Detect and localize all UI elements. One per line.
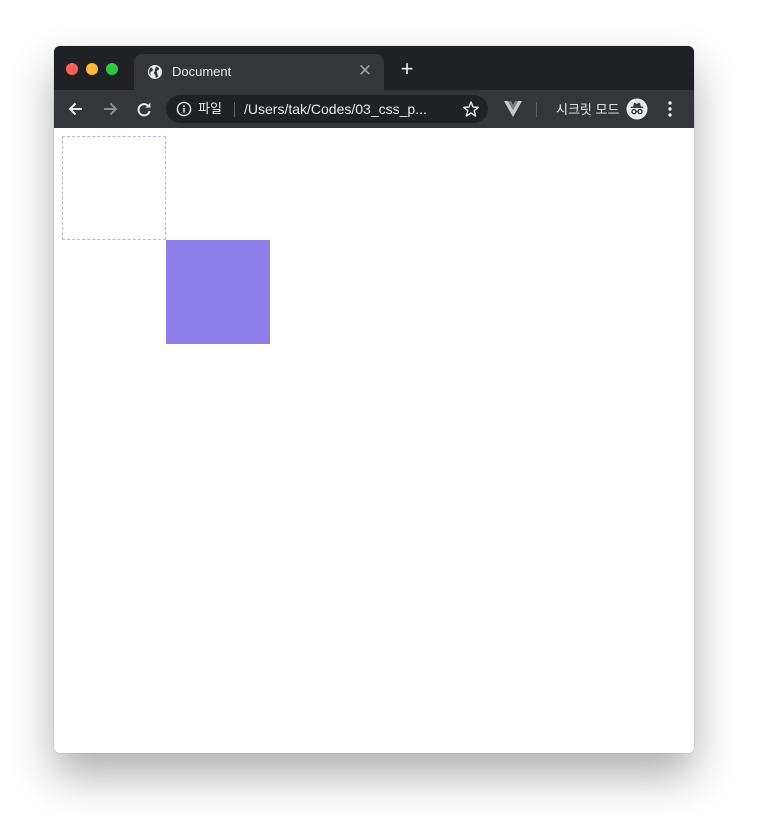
address-bar[interactable]: 파일 /Users/tak/Codes/03_css_p... bbox=[166, 95, 488, 123]
incognito-label[interactable]: 시크릿 모드 bbox=[556, 102, 619, 117]
more-vert-icon[interactable] bbox=[664, 100, 676, 118]
globe-icon bbox=[148, 65, 162, 79]
translated-box bbox=[166, 240, 270, 344]
close-window-button[interactable] bbox=[66, 63, 78, 75]
minimize-window-button[interactable] bbox=[86, 63, 98, 75]
url-text[interactable]: /Users/tak/Codes/03_css_p... bbox=[244, 101, 427, 117]
original-position-outline bbox=[62, 136, 166, 240]
tab-document[interactable]: Document ✕ bbox=[134, 54, 384, 90]
page-viewport bbox=[54, 128, 694, 753]
arrow-right-icon[interactable] bbox=[100, 99, 120, 119]
incognito-icon[interactable] bbox=[626, 98, 648, 120]
plus-icon[interactable]: + bbox=[397, 58, 417, 80]
scheme-label: 파일 bbox=[198, 101, 222, 116]
maximize-window-button[interactable] bbox=[106, 63, 118, 75]
toolbar-divider bbox=[536, 102, 537, 117]
screenshot-stage: Document ✕ + 파일 /Users/tak/Codes/03_css_… bbox=[0, 0, 766, 816]
info-icon[interactable] bbox=[176, 101, 192, 117]
arrow-left-icon[interactable] bbox=[66, 99, 86, 119]
vue-devtools-icon[interactable] bbox=[504, 101, 522, 117]
reload-icon[interactable] bbox=[134, 99, 154, 119]
toolbar: 파일 /Users/tak/Codes/03_css_p... 시크릿 모드 bbox=[54, 90, 694, 128]
address-divider bbox=[234, 102, 235, 117]
close-icon[interactable]: ✕ bbox=[355, 61, 375, 81]
tab-title: Document bbox=[172, 64, 232, 79]
title-bar: Document ✕ + bbox=[54, 46, 694, 90]
star-icon[interactable] bbox=[462, 100, 480, 118]
browser-window: Document ✕ + 파일 /Users/tak/Codes/03_css_… bbox=[54, 46, 694, 753]
